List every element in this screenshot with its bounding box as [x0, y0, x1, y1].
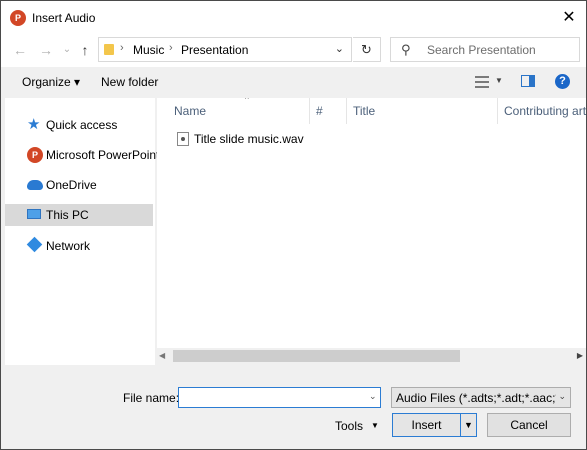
close-button[interactable]: ✕ — [552, 1, 586, 34]
dialog-title: Insert Audio — [32, 11, 96, 25]
organize-button[interactable]: Organize ▾ — [22, 75, 80, 89]
address-bar[interactable]: › Music › Presentation ⌄ — [98, 37, 352, 62]
chevron-down-icon: ⌄ — [558, 391, 566, 401]
sidebar-item-network[interactable]: Network — [5, 235, 153, 257]
navigation-row: ← → ⌄ ↑ › Music › Presentation ⌄ ↻ ⚲ Sea… — [1, 34, 586, 67]
star-icon: ★ — [27, 116, 41, 133]
chevron-down-icon[interactable]: ⌄ — [335, 42, 344, 55]
column-header-title[interactable]: Title — [347, 98, 498, 124]
insert-dropdown-button[interactable]: ▼ — [460, 413, 477, 437]
breadcrumb-music[interactable]: Music — [133, 43, 164, 57]
file-list: ^ Name # Title Contributing arti Title s… — [157, 98, 586, 365]
breadcrumb-separator-icon: › — [120, 42, 124, 54]
breadcrumb-presentation[interactable]: Presentation — [181, 43, 248, 57]
file-name-input[interactable] — [178, 387, 381, 408]
insert-button[interactable]: Insert — [392, 413, 461, 437]
view-options-icon[interactable] — [475, 76, 489, 88]
column-header-contributing-artists[interactable]: Contributing arti — [498, 98, 586, 124]
file-name-label: File name: — [123, 391, 180, 405]
chevron-down-icon[interactable]: ▼ — [495, 76, 503, 85]
cancel-button[interactable]: Cancel — [487, 413, 571, 437]
up-arrow-icon[interactable]: ↑ — [76, 41, 94, 59]
back-arrow-icon[interactable]: ← — [11, 41, 29, 59]
chevron-down-icon[interactable]: ⌄ — [369, 391, 377, 402]
audio-file-icon — [177, 132, 189, 146]
folder-icon — [104, 44, 114, 55]
refresh-button[interactable]: ↻ — [353, 37, 381, 62]
search-placeholder: Search Presentation — [427, 43, 536, 57]
new-folder-button[interactable]: New folder — [101, 75, 158, 89]
command-bar: Organize ▾ New folder ▼ ? — [1, 67, 586, 98]
sidebar-item-label: Quick access — [46, 118, 118, 132]
network-icon — [26, 236, 43, 253]
column-header-number[interactable]: # — [310, 98, 347, 124]
column-header-name[interactable]: ^ Name — [168, 98, 310, 124]
column-header-label: # — [316, 104, 323, 118]
sort-ascending-icon: ^ — [245, 98, 249, 104]
scroll-left-icon[interactable]: ◀ — [159, 351, 165, 360]
recent-locations-icon[interactable]: ⌄ — [58, 41, 76, 59]
search-box[interactable]: ⚲ Search Presentation — [390, 37, 580, 62]
title-bar: P Insert Audio ✕ — [1, 1, 586, 34]
cloud-icon — [27, 180, 43, 190]
preview-pane-icon[interactable] — [521, 75, 535, 87]
file-name: Title slide music.wav — [194, 132, 304, 146]
navigation-pane: ★ Quick access P Microsoft PowerPoint On… — [5, 98, 159, 365]
powerpoint-icon: P — [27, 147, 43, 163]
tools-button[interactable]: Tools — [335, 419, 363, 433]
forward-arrow-icon[interactable]: → — [37, 41, 55, 59]
powerpoint-app-icon: P — [10, 10, 26, 26]
search-icon: ⚲ — [401, 42, 411, 57]
help-icon[interactable]: ? — [555, 74, 570, 89]
sidebar-item-label: This PC — [46, 208, 89, 222]
computer-icon — [27, 209, 41, 219]
file-type-select[interactable]: Audio Files (*.adts;*.adt;*.aac;*.ai ⌄ — [391, 387, 571, 408]
sidebar-item-label: OneDrive — [46, 178, 97, 192]
sidebar-item-this-pc[interactable]: This PC — [5, 204, 153, 226]
column-header-label: Name — [174, 104, 207, 118]
sidebar-item-label: Microsoft PowerPoint — [46, 148, 160, 162]
column-header-label: Contributing arti — [504, 104, 586, 118]
sidebar-item-microsoft-powerpoint[interactable]: P Microsoft PowerPoint — [5, 144, 159, 166]
tools-dropdown-icon[interactable]: ▼ — [371, 421, 379, 430]
file-type-value: Audio Files (*.adts;*.adt;*.aac;*.ai — [396, 391, 556, 405]
horizontal-scrollbar[interactable]: ◀ ▶ — [157, 348, 586, 365]
insert-audio-dialog: P Insert Audio ✕ ← → ⌄ ↑ › Music › Prese… — [0, 0, 587, 450]
scrollbar-thumb[interactable] — [173, 350, 460, 362]
sidebar-item-label: Network — [46, 239, 91, 253]
scroll-right-icon[interactable]: ▶ — [577, 351, 583, 360]
sidebar-item-onedrive[interactable]: OneDrive — [5, 174, 153, 196]
breadcrumb-separator-icon: › — [169, 42, 173, 54]
sidebar-item-quick-access[interactable]: ★ Quick access — [5, 114, 153, 136]
column-header-label: Title — [353, 104, 376, 118]
